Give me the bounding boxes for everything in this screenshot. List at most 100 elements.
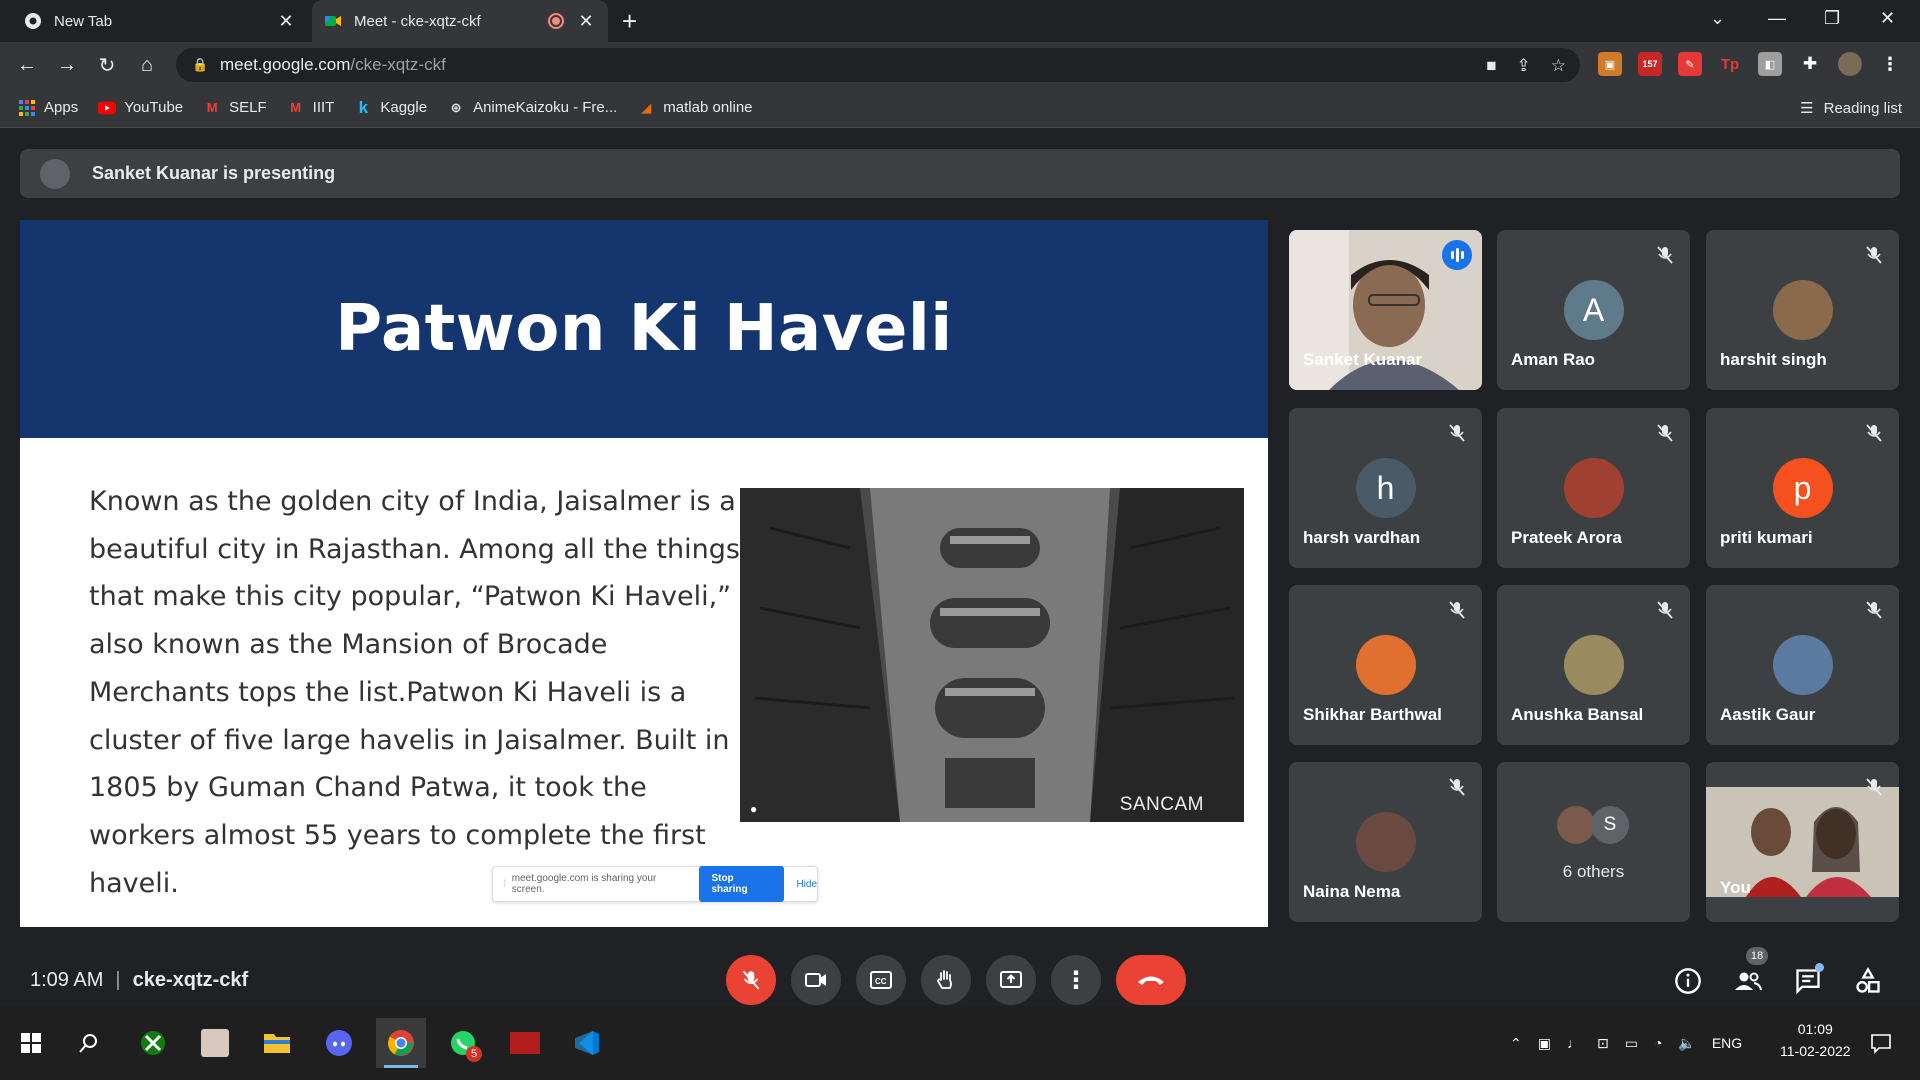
leave-call-button[interactable] <box>1116 955 1186 1005</box>
taskbar-chrome[interactable] <box>376 1018 426 1068</box>
address-bar[interactable]: 🔒 meet.google.com/cke-xqtz-ckf ■ ⇪ ☆ <box>176 48 1580 82</box>
reload-icon[interactable]: ↻ <box>92 50 122 80</box>
chat-button[interactable] <box>1792 963 1824 997</box>
minimize-button[interactable]: — <box>1768 8 1786 29</box>
back-icon[interactable]: ← <box>12 50 42 80</box>
battery-tray-icon[interactable]: ▭ <box>1625 1035 1638 1052</box>
present-screen-icon <box>1000 971 1022 988</box>
bookmark-label: YouTube <box>124 99 184 116</box>
share-notice-text: meet.google.com is sharing your screen. <box>511 873 657 895</box>
kaggle-icon: k <box>358 97 369 117</box>
taskbar-file-explorer[interactable] <box>252 1018 302 1068</box>
participant-name: Naina Nema <box>1303 882 1401 901</box>
profile-avatar[interactable] <box>1838 52 1862 76</box>
bookmark-kaggle[interactable]: k Kaggle <box>354 97 427 117</box>
taskbar-game-app[interactable] <box>500 1018 550 1068</box>
current-time: 1:09 AM <box>30 969 104 991</box>
participant-tile[interactable]: A Aman Rao <box>1497 230 1690 390</box>
close-tab-icon[interactable]: ✕ <box>276 11 296 32</box>
folder-icon <box>264 1034 290 1053</box>
recording-icon <box>548 13 564 29</box>
participant-avatar <box>1563 458 1624 518</box>
volume-tray-icon[interactable]: 🔈 <box>1678 1035 1695 1052</box>
taskbar-vscode[interactable] <box>562 1018 612 1068</box>
raise-hand-button[interactable] <box>921 955 971 1005</box>
start-button[interactable] <box>6 1018 56 1068</box>
mic-off-icon <box>1654 244 1676 266</box>
taskbar-clock[interactable]: 01:09 11-02-2022 <box>1780 1018 1851 1062</box>
participant-avatar <box>1563 635 1624 695</box>
new-tab-button[interactable]: + <box>622 8 637 34</box>
mic-off-icon <box>1863 776 1885 798</box>
taskbar-xbox[interactable] <box>128 1018 178 1068</box>
bookmark-iiit[interactable]: M IIIT <box>287 99 334 117</box>
stop-sharing-button[interactable]: Stop sharing <box>699 866 785 902</box>
network-tray-icon[interactable]: ⊡ <box>1597 1035 1609 1052</box>
menu-kebab-icon[interactable]: ⋮ <box>1878 52 1902 76</box>
camera-in-use-icon[interactable]: ■ <box>1486 56 1496 76</box>
activities-button[interactable] <box>1852 965 1884 997</box>
extension-icon[interactable]: ◧ <box>1758 52 1782 76</box>
bookmark-animekaizoku[interactable]: ⊛ AnimeKaizoku - Fre... <box>447 99 618 117</box>
microphone-tray-icon[interactable]: ♩ <box>1567 1035 1581 1051</box>
tab-new-tab[interactable]: New Tab ✕ <box>12 0 308 42</box>
participant-count-badge: 18 <box>1746 947 1768 965</box>
presenting-banner: Sanket Kuanar is presenting <box>20 149 1900 198</box>
search-button[interactable] <box>64 1018 114 1068</box>
drag-handle-icon[interactable]: ⁞ <box>503 879 506 890</box>
hide-button[interactable]: Hide <box>796 879 817 890</box>
meeting-details-button[interactable] <box>1672 965 1704 997</box>
participant-tile[interactable]: Anushka Bansal <box>1497 585 1690 745</box>
participant-avatar <box>1355 635 1416 695</box>
taskbar-anime-app[interactable] <box>190 1018 240 1068</box>
language-indicator[interactable]: ENG <box>1712 1035 1742 1051</box>
participant-tile[interactable]: harshit singh <box>1706 230 1899 390</box>
close-window-button[interactable]: ✕ <box>1880 8 1895 29</box>
notification-icon <box>1871 1034 1891 1054</box>
participant-tile[interactable]: Prateek Arora <box>1497 408 1690 568</box>
mic-toggle-button[interactable] <box>726 955 776 1005</box>
extension-badge-icon[interactable]: 157 <box>1638 52 1662 76</box>
screen-share-notice: ⁞ meet.google.com is sharing your screen… <box>492 866 818 902</box>
others-tile[interactable]: S 6 others <box>1497 762 1690 922</box>
bookmark-star-icon[interactable]: ☆ <box>1551 56 1566 76</box>
camera-toggle-button[interactable] <box>791 955 841 1005</box>
self-tile[interactable]: You <box>1706 762 1899 922</box>
extension-icon[interactable]: Tp <box>1718 52 1742 76</box>
participant-tile[interactable]: Aastik Gaur <box>1706 585 1899 745</box>
puzzle-icon[interactable]: ✚ <box>1798 52 1822 76</box>
lock-icon[interactable]: 🔒 <box>192 57 208 73</box>
participant-tile[interactable]: Sanket Kuanar <box>1289 230 1482 390</box>
more-options-button[interactable]: ⋮ <box>1051 955 1101 1005</box>
bookmark-youtube[interactable]: YouTube <box>98 99 183 117</box>
bookmark-matlab[interactable]: ◢ matlab online <box>637 99 752 117</box>
participant-tile[interactable]: p priti kumari <box>1706 408 1899 568</box>
participant-tile[interactable]: Shikhar Barthwal <box>1289 585 1482 745</box>
taskbar-discord[interactable] <box>314 1018 364 1068</box>
participant-tile[interactable]: Naina Nema <box>1289 762 1482 922</box>
participant-name: Anushka Bansal <box>1511 705 1644 724</box>
forward-icon[interactable]: → <box>52 50 82 80</box>
restore-button[interactable]: ❐ <box>1824 8 1840 29</box>
taskbar-whatsapp[interactable]: 5 <box>438 1018 488 1068</box>
extension-icon[interactable]: ▣ <box>1598 52 1622 76</box>
show-hidden-icons[interactable]: ⌃ <box>1510 1035 1522 1052</box>
reading-list-button[interactable]: ☰ Reading list <box>1800 88 1902 128</box>
close-tab-icon[interactable]: ✕ <box>576 11 596 32</box>
participant-name: Prateek Arora <box>1511 528 1622 547</box>
bookmark-self[interactable]: M SELF <box>203 99 267 117</box>
tab-search-icon[interactable]: ⌄ <box>1710 8 1725 29</box>
extension-icon[interactable]: ✎ <box>1678 52 1702 76</box>
present-button[interactable] <box>986 955 1036 1005</box>
share-icon[interactable]: ⇪ <box>1517 56 1531 76</box>
meet-camera-tray-icon[interactable]: ▣ <box>1538 1035 1551 1052</box>
discord-icon <box>326 1030 352 1056</box>
wifi-tray-icon[interactable]: ◔ <box>1654 1035 1662 1051</box>
people-button[interactable] <box>1732 965 1764 997</box>
participant-tile[interactable]: h harsh vardhan <box>1289 408 1482 568</box>
action-center-button[interactable] <box>1856 1018 1906 1068</box>
bookmark-apps[interactable]: Apps <box>18 99 78 117</box>
captions-button[interactable]: CC <box>856 955 906 1005</box>
tab-meet[interactable]: Meet - cke-xqtz-ckf ✕ <box>312 0 608 42</box>
home-icon[interactable]: ⌂ <box>132 50 162 80</box>
